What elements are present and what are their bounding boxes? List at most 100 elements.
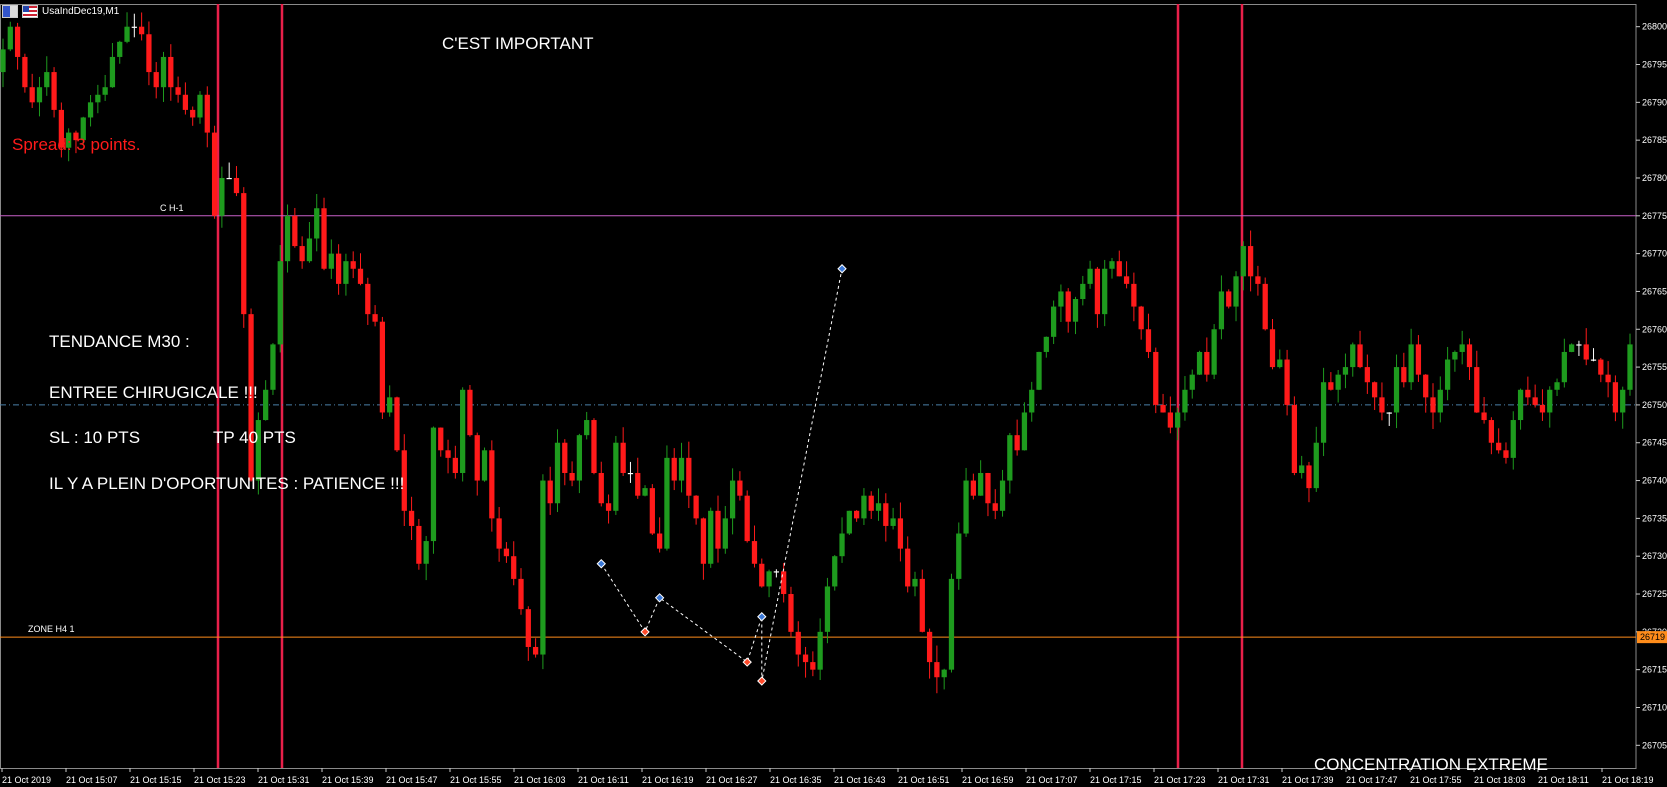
candle-body	[1021, 412, 1028, 451]
y-tick-label: 26735	[1642, 513, 1667, 523]
annotation-tp: TP 40 PTS	[213, 428, 296, 447]
candle-body	[708, 510, 714, 564]
y-tick-label: 26755	[1642, 362, 1667, 372]
candle-body	[693, 495, 699, 519]
candle-body	[423, 541, 429, 564]
candle-body	[1547, 389, 1553, 413]
annotation-concentration: CONCENTRATION EXTREME	[1314, 755, 1548, 774]
candle-body	[416, 525, 422, 564]
candle-body	[1123, 276, 1130, 284]
candle-body	[7, 26, 13, 50]
candle-body	[832, 556, 838, 587]
candle-body	[1525, 389, 1531, 398]
candle-body	[627, 472, 634, 475]
candle-body	[1211, 329, 1217, 375]
candle-body	[1466, 344, 1473, 368]
candle-body	[1182, 389, 1188, 413]
candle-body	[503, 548, 510, 557]
candle-body	[985, 472, 991, 504]
candle-body	[1627, 344, 1633, 390]
candle-body	[1328, 382, 1334, 390]
candle-body	[1437, 389, 1443, 413]
candle-body	[664, 457, 670, 549]
candle-body	[1087, 268, 1093, 284]
candle-body	[452, 457, 458, 473]
candle-body	[372, 314, 378, 322]
candle-body	[781, 571, 787, 595]
candle-body	[270, 344, 276, 390]
candle-body	[357, 268, 364, 284]
candle-body	[905, 548, 911, 587]
candle-body	[489, 450, 495, 519]
candle-body	[299, 246, 305, 262]
candle-body	[802, 654, 809, 663]
candle-body	[226, 177, 232, 180]
candle-body	[1036, 351, 1042, 390]
candle-body	[890, 518, 896, 526]
candle-body	[306, 238, 313, 262]
candle-body	[1532, 397, 1538, 405]
x-tick-label: 21 Oct 15:39	[322, 775, 374, 785]
candle-body	[1226, 291, 1232, 307]
x-tick-label: 21 Oct 17:23	[1154, 775, 1206, 785]
candle-body	[87, 102, 94, 118]
candle-body	[1094, 268, 1101, 315]
candle-body	[197, 94, 203, 118]
y-tick-label: 26710	[1642, 702, 1667, 712]
candle-body	[773, 571, 779, 573]
candle-body	[241, 193, 247, 315]
candle-body	[569, 472, 575, 481]
candle-body	[343, 261, 349, 284]
candle-body	[649, 488, 655, 534]
candle-body	[1569, 344, 1575, 352]
x-tick-label: 21 Oct 15:55	[450, 775, 502, 785]
candle-body	[1131, 283, 1137, 307]
candle-body	[0, 49, 6, 73]
candle-body	[1277, 359, 1283, 368]
candle-body	[875, 503, 882, 511]
us-flag-icon	[22, 4, 38, 18]
x-tick-label: 21 Oct 16:27	[706, 775, 758, 785]
x-tick-label: 21 Oct 16:59	[962, 775, 1014, 785]
candle-body	[1109, 261, 1115, 269]
candle-body	[737, 480, 743, 496]
annotation-patience: IL Y A PLEIN D'OPORTUNITES : PATIENCE !!…	[49, 474, 405, 493]
candle-body	[576, 435, 583, 481]
annotation-entree: ENTREE CHIRUGICALE !!!	[49, 383, 258, 402]
candle-body	[657, 533, 663, 549]
candle-body	[1401, 367, 1407, 383]
candle-body	[22, 56, 28, 88]
candle-body	[1116, 261, 1122, 277]
candle-body	[109, 56, 116, 88]
candle-body	[854, 510, 860, 519]
x-tick-label: 21 Oct 15:47	[386, 775, 438, 785]
candle-body	[314, 208, 320, 239]
swing-point-marker	[640, 627, 650, 637]
x-tick-label: 21 Oct 17:55	[1410, 775, 1462, 785]
candle-body	[1423, 374, 1429, 398]
candle-body	[1430, 397, 1436, 413]
candle-body	[766, 571, 772, 587]
candle-body	[233, 177, 240, 194]
candle-body	[963, 480, 969, 534]
candle-body	[474, 435, 480, 481]
x-tick-label: 21 Oct 16:35	[770, 775, 822, 785]
candle-body	[948, 578, 955, 670]
candle-body	[1620, 389, 1626, 413]
candle-body	[729, 480, 736, 519]
candle-body	[95, 94, 101, 103]
candle-body	[284, 215, 291, 262]
x-tick-label: 21 Oct 16:19	[642, 775, 694, 785]
candle-body	[124, 26, 130, 42]
candle-body	[839, 533, 845, 557]
y-tick-label: 26790	[1642, 97, 1667, 107]
candle-body	[934, 662, 940, 678]
annotation-important: C'EST IMPORTANT	[442, 34, 594, 53]
candle-body	[919, 578, 925, 632]
candle-body	[1517, 389, 1524, 421]
candle-body	[292, 215, 298, 247]
candle-body	[1204, 351, 1210, 375]
candle-body	[117, 41, 123, 57]
x-tick-label: 21 Oct 17:07	[1026, 775, 1078, 785]
candle-body	[1306, 465, 1312, 489]
